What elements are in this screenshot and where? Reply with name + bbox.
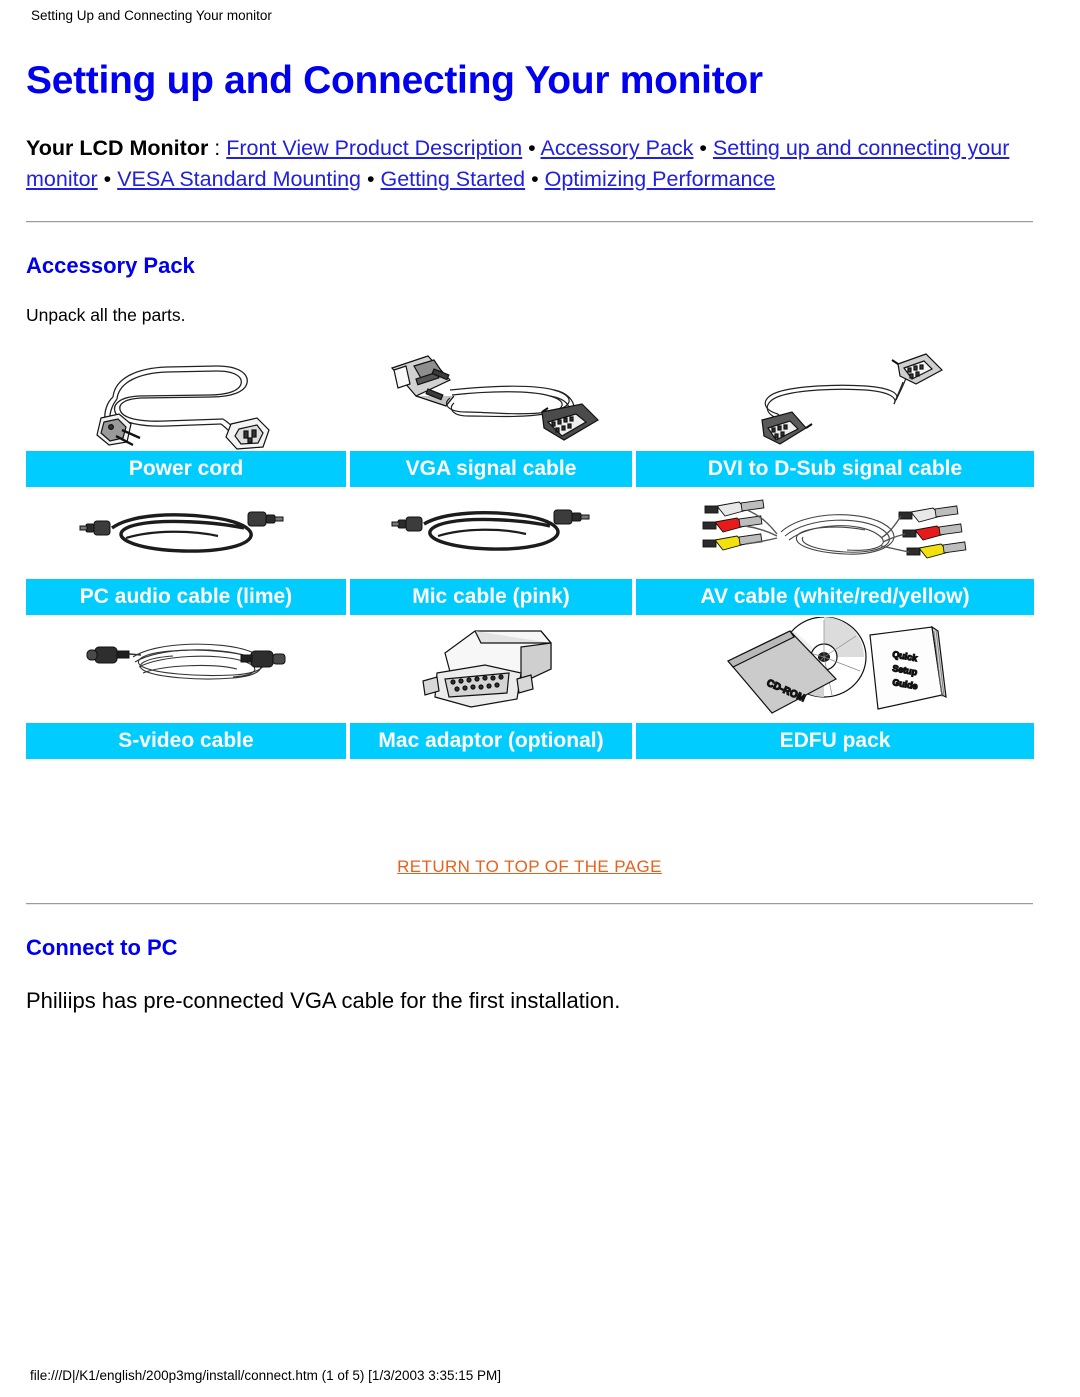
breadcrumb-separator-5: • [525,167,545,191]
return-to-top-container: RETURN TO TOP OF THE PAGE [26,857,1033,877]
nav-link-vesa-standard-mounting[interactable]: VESA Standard Mounting [117,167,361,191]
power-cord-icon [96,364,270,450]
pc-audio-cable-icon [79,511,284,553]
accessory-label-dvi-to-dsub-signal-cable: DVI to D-Sub signal cable [636,451,1034,487]
accessory-image-s-video-cable [26,615,346,723]
accessory-label-mic-cable: Mic cable (pink) [350,579,632,615]
connect-to-pc-body: Philiips has pre-connected VGA cable for… [26,988,621,1013]
accessory-row-1-labels: Power cord VGA signal cable DVI to D-Sub… [26,451,1034,487]
nav-link-front-view-product-description[interactable]: Front View Product Description [226,136,522,160]
return-to-top-link[interactable]: RETURN TO TOP OF THE PAGE [397,857,662,876]
accessory-image-vga-signal-cable [350,348,632,451]
accessory-row-1-images [26,348,1034,451]
accessory-image-mic-cable [350,487,632,579]
accessory-label-edfu-pack: EDFU pack [636,723,1034,759]
accessory-label-vga-signal-cable: VGA signal cable [350,451,632,487]
accessory-label-av-cable: AV cable (white/red/yellow) [636,579,1034,615]
breadcrumb-separator-1: • [522,136,541,160]
page-footer-path: file:///D|/K1/english/200p3mg/install/co… [30,1368,502,1383]
dvi-dsub-cable-icon [761,352,943,445]
accessory-row-3-images: CD-ROM Quick Setup Guide [26,615,1034,723]
breadcrumb-colon: : [208,136,227,160]
horizontal-rule-bottom [26,903,1033,906]
page-title: Setting up and Connecting Your monitor [26,59,763,102]
nav-link-accessory-pack[interactable]: Accessory Pack [541,136,694,160]
av-cable-icon [702,499,967,559]
accessory-label-s-video-cable: S-video cable [26,723,346,759]
vga-cable-icon [390,354,599,441]
accessory-image-power-cord [26,348,346,451]
mic-cable-icon [391,509,590,551]
breadcrumb-separator-2: • [693,136,713,160]
accessory-label-mac-adaptor: Mac adaptor (optional) [350,723,632,759]
accessory-image-pc-audio-cable [26,487,346,579]
breadcrumb-lead: Your LCD Monitor [26,136,209,160]
mac-adaptor-icon [422,630,552,708]
breadcrumb-nav: Your LCD Monitor : Front View Product De… [26,133,1038,195]
accessory-image-dvi-to-dsub-signal-cable [636,348,1034,451]
accessory-label-pc-audio-cable: PC audio cable (lime) [26,579,346,615]
horizontal-rule-top [26,221,1033,224]
accessory-row-3-labels: S-video cable Mac adaptor (optional) EDF… [26,723,1034,759]
accessory-label-power-cord: Power cord [26,451,346,487]
nav-link-optimizing-performance[interactable]: Optimizing Performance [545,167,776,191]
accessory-row-2-images [26,487,1034,579]
accessory-image-mac-adaptor [350,615,632,723]
document-content: Setting up and Connecting Your monitor Y… [26,56,1038,1015]
s-video-cable-icon [86,643,286,680]
accessory-pack-table: Power cord VGA signal cable DVI to D-Sub… [26,348,1034,759]
nav-link-getting-started[interactable]: Getting Started [381,167,526,191]
accessory-image-edfu-pack: CD-ROM Quick Setup Guide [636,615,1034,723]
edfu-pack-icon: CD-ROM Quick Setup Guide [727,617,947,714]
breadcrumb-separator-4: • [361,167,381,191]
accessory-pack-intro: Unpack all the parts. [26,305,186,325]
accessory-row-2-labels: PC audio cable (lime) Mic cable (pink) A… [26,579,1034,615]
running-page-header: Setting Up and Connecting Your monitor [31,8,272,23]
accessory-image-av-cable [636,487,1034,579]
connect-to-pc-heading: Connect to PC [26,935,178,960]
accessory-pack-heading: Accessory Pack [26,253,195,278]
breadcrumb-separator-3: • [97,167,118,191]
